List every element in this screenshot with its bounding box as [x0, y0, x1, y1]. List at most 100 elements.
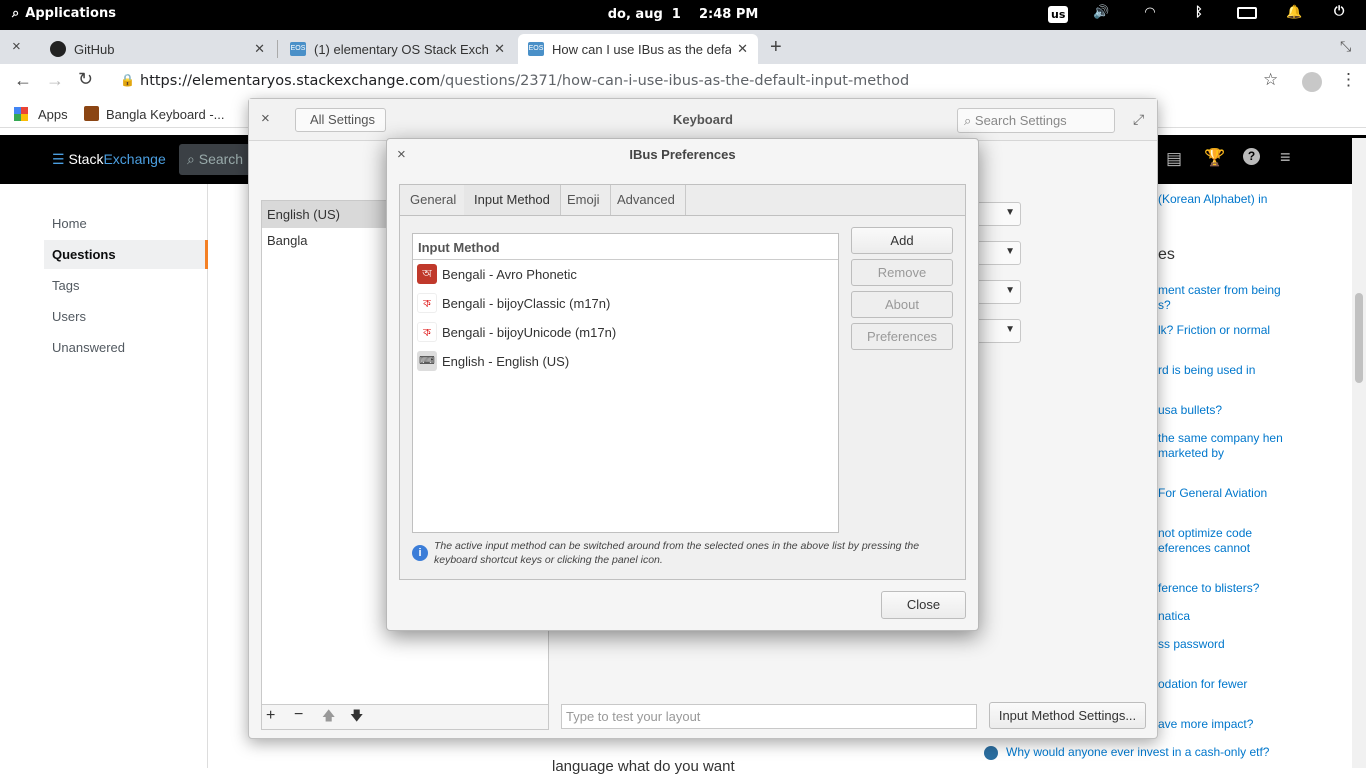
hot-question-link[interactable]: Why would anyone ever invest in a cash-o…: [1006, 745, 1269, 759]
github-icon: [50, 41, 66, 57]
url-path: /questions/2371/how-can-i-use-ibus-as-th…: [440, 73, 910, 89]
about-button[interactable]: About: [851, 291, 953, 318]
input-method-row[interactable]: অ Bengali - Avro Phonetic: [417, 261, 577, 287]
close-window-icon[interactable]: ×: [12, 38, 21, 55]
test-layout-input[interactable]: Type to test your layout: [561, 704, 977, 729]
hot-question-link[interactable]: ave more impact?: [1158, 717, 1288, 732]
notifications-icon[interactable]: 🔔: [1286, 5, 1302, 20]
settings-search-input[interactable]: ⌕ Search Settings: [957, 108, 1115, 133]
bijoy-classic-icon: ক: [417, 293, 437, 313]
nav-home[interactable]: Home: [52, 216, 87, 231]
logo-mark-icon: ☰: [52, 151, 65, 167]
hot-question-link[interactable]: not optimize code eferences cannot: [1158, 526, 1288, 556]
keyboard-icon: ⌨: [417, 351, 437, 371]
close-tab-icon[interactable]: ✕: [254, 41, 265, 57]
hot-question-link[interactable]: the same company hen marketed by: [1158, 431, 1288, 461]
left-sidebar: Home Questions Tags Users Unanswered: [0, 184, 208, 768]
close-tab-icon[interactable]: ✕: [737, 41, 748, 57]
address-bar-row: ← → ↻ 🔒 https://elementaryos.stackexchan…: [0, 64, 1366, 100]
notebook-tabs: General Input Method Emoji Advanced: [400, 185, 965, 216]
url-field[interactable]: https://elementaryos.stackexchange.com/q…: [140, 73, 909, 89]
nav-tags[interactable]: Tags: [52, 278, 79, 293]
site-search-input[interactable]: ⌕ Search: [179, 144, 259, 175]
lock-icon[interactable]: 🔒: [120, 73, 135, 87]
hot-question-link[interactable]: rd is being used in: [1158, 363, 1288, 378]
add-button[interactable]: Add: [851, 227, 953, 254]
hot-questions-heading: es: [1158, 246, 1175, 263]
reload-icon[interactable]: ↻: [78, 69, 93, 90]
battery-icon[interactable]: [1237, 7, 1257, 19]
back-icon[interactable]: ←: [14, 70, 32, 91]
bookmark-apps[interactable]: Apps: [38, 107, 68, 122]
profile-avatar[interactable]: [1302, 72, 1322, 92]
stackexchange-logo[interactable]: ☰ StackExchange: [52, 151, 166, 168]
nav-users[interactable]: Users: [52, 309, 86, 324]
nav-unanswered[interactable]: Unanswered: [52, 340, 125, 355]
tab-emoji[interactable]: Emoji: [557, 185, 611, 215]
layout-item[interactable]: Bangla: [267, 233, 307, 248]
input-method-row[interactable]: ক Bengali - bijoyUnicode (m17n): [417, 319, 616, 345]
scrollbar-thumb[interactable]: [1355, 293, 1363, 383]
help-icon[interactable]: ?: [1243, 148, 1260, 165]
list-header: Input Method: [413, 234, 838, 260]
avro-icon: অ: [417, 264, 437, 284]
dialog-title: IBus Preferences: [629, 147, 736, 162]
hot-question-link[interactable]: ference to blisters?: [1158, 581, 1288, 596]
volume-icon[interactable]: 🔊: [1093, 5, 1109, 20]
eos-icon: EOS: [290, 42, 306, 56]
hot-question-link[interactable]: natica: [1158, 609, 1288, 624]
tab-stackexchange[interactable]: EOS (1) elementary OS Stack Exchange ✕: [280, 34, 515, 64]
tab-general[interactable]: General: [400, 185, 468, 215]
tab-github[interactable]: GitHub ✕: [40, 34, 275, 64]
keyboard-layout-indicator[interactable]: us: [1048, 6, 1069, 23]
menu-kebab-icon[interactable]: ⋮: [1340, 70, 1357, 90]
add-layout-icon[interactable]: +: [266, 707, 275, 725]
site-switcher-icon[interactable]: ≡: [1280, 147, 1291, 168]
tab-input-method[interactable]: Input Method: [464, 185, 561, 215]
nav-questions[interactable]: Questions: [52, 247, 116, 262]
new-tab-button[interactable]: +: [770, 36, 782, 59]
input-method-row[interactable]: ক Bengali - bijoyClassic (m17n): [417, 290, 610, 316]
bookmark-bangla-keyboard[interactable]: Bangla Keyboard -...: [106, 107, 225, 122]
forward-icon[interactable]: →: [46, 70, 64, 91]
hot-question-link[interactable]: ment caster from being s?: [1158, 283, 1288, 313]
site-icon: [984, 746, 998, 760]
inbox-icon[interactable]: ▤: [1166, 149, 1182, 169]
power-icon[interactable]: ⏻: [1334, 4, 1344, 19]
hot-question-link[interactable]: usa bullets?: [1158, 403, 1288, 418]
remove-layout-icon[interactable]: −: [294, 706, 303, 724]
tab-title: How can I use IBus as the default: [552, 41, 732, 57]
close-tab-icon[interactable]: ✕: [494, 41, 505, 57]
close-button[interactable]: Close: [881, 591, 966, 619]
input-method-row[interactable]: ⌨ English - English (US): [417, 348, 569, 374]
close-dialog-icon[interactable]: ×: [397, 146, 406, 163]
search-placeholder: Search: [198, 151, 244, 167]
fullscreen-icon[interactable]: ⤡: [1340, 38, 1351, 55]
hot-question-link[interactable]: ss password: [1158, 637, 1288, 652]
input-method-settings-button[interactable]: Input Method Settings...: [989, 702, 1146, 729]
hot-question-link[interactable]: lk? Friction or normal: [1158, 323, 1288, 338]
tab-strip: × GitHub ✕ EOS (1) elementary OS Stack E…: [0, 30, 1366, 64]
maximize-icon[interactable]: ⤢: [1133, 111, 1144, 128]
info-text: The active input method can be switched …: [434, 540, 920, 566]
wifi-icon[interactable]: ◠: [1145, 5, 1155, 20]
notebook: General Input Method Emoji Advanced Inpu…: [399, 184, 966, 580]
page-scrollbar[interactable]: [1352, 138, 1366, 768]
tab-advanced[interactable]: Advanced: [607, 185, 686, 215]
bluetooth-icon[interactable]: ᛒ: [1195, 5, 1203, 20]
tab-ibus-question[interactable]: EOS How can I use IBus as the default ✕: [518, 34, 758, 64]
bookmark-star-icon[interactable]: ☆: [1263, 70, 1278, 90]
remove-button[interactable]: Remove: [851, 259, 953, 286]
clock[interactable]: do, aug 1 2:48 PM: [0, 7, 1366, 22]
move-up-icon[interactable]: 🡅: [322, 707, 335, 729]
hot-question-link[interactable]: odation for fewer: [1158, 677, 1288, 692]
apps-grid-icon: [14, 107, 28, 121]
move-down-icon[interactable]: 🡇: [350, 707, 363, 729]
preferences-button[interactable]: Preferences: [851, 323, 953, 350]
info-icon: i: [412, 545, 428, 561]
layout-toolbar: + − 🡅 🡇: [262, 704, 548, 729]
achievements-icon[interactable]: 🏆: [1204, 148, 1225, 168]
hot-question-link[interactable]: (Korean Alphabet) in: [1158, 192, 1288, 207]
hot-question-link[interactable]: For General Aviation: [1158, 486, 1288, 501]
answer-text-fragment: language what do you want: [552, 758, 735, 775]
